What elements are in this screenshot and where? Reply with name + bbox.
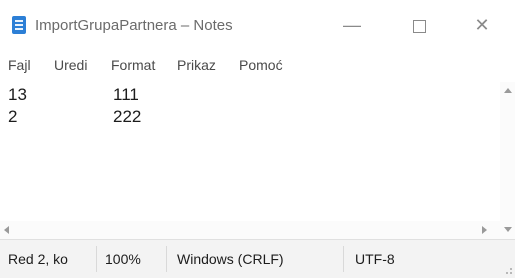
title-bar[interactable]: ImportGrupaPartnera – Notes — ✕ (0, 0, 515, 52)
minimize-button[interactable]: — (330, 10, 374, 40)
close-button[interactable]: ✕ (460, 10, 504, 40)
menu-format[interactable]: Format (111, 57, 155, 73)
status-position: Red 2, ko (8, 251, 68, 267)
maximize-icon (412, 19, 426, 33)
status-divider (96, 246, 97, 272)
window-title: ImportGrupaPartnera – Notes (35, 17, 233, 34)
line-value-b: 222 (113, 107, 142, 126)
menu-view[interactable]: Prikaz (177, 57, 216, 73)
menu-edit[interactable]: Uredi (54, 57, 87, 73)
maximize-button[interactable] (397, 10, 441, 40)
scroll-down-icon[interactable] (504, 227, 512, 232)
status-divider (166, 246, 167, 272)
notepad-icon (12, 16, 26, 34)
status-divider (343, 246, 344, 272)
horizontal-scrollbar[interactable] (0, 221, 500, 239)
line-value-a: 2 (8, 107, 18, 126)
status-zoom: 100% (105, 251, 141, 267)
vertical-scrollbar[interactable] (500, 82, 515, 239)
menu-file[interactable]: Fajl (8, 57, 31, 73)
resize-grip-icon[interactable] (506, 268, 512, 274)
text-editor[interactable]: 13 111 2 222 (6, 82, 500, 221)
scroll-right-icon[interactable] (482, 226, 487, 234)
line-value-b: 111 (113, 85, 139, 104)
menu-bar: Fajl Uredi Format Prikaz Pomoć (0, 52, 515, 82)
line-value-a: 13 (8, 85, 27, 104)
scroll-left-icon[interactable] (4, 226, 9, 234)
status-encoding: UTF-8 (355, 251, 395, 267)
status-line-ending: Windows (CRLF) (177, 251, 284, 267)
menu-help[interactable]: Pomoć (239, 57, 283, 73)
status-bar: Red 2, ko 100% Windows (CRLF) UTF-8 (0, 239, 515, 278)
scroll-up-icon[interactable] (504, 88, 512, 93)
notepad-window: ImportGrupaPartnera – Notes — ✕ Fajl Ure… (0, 0, 515, 278)
